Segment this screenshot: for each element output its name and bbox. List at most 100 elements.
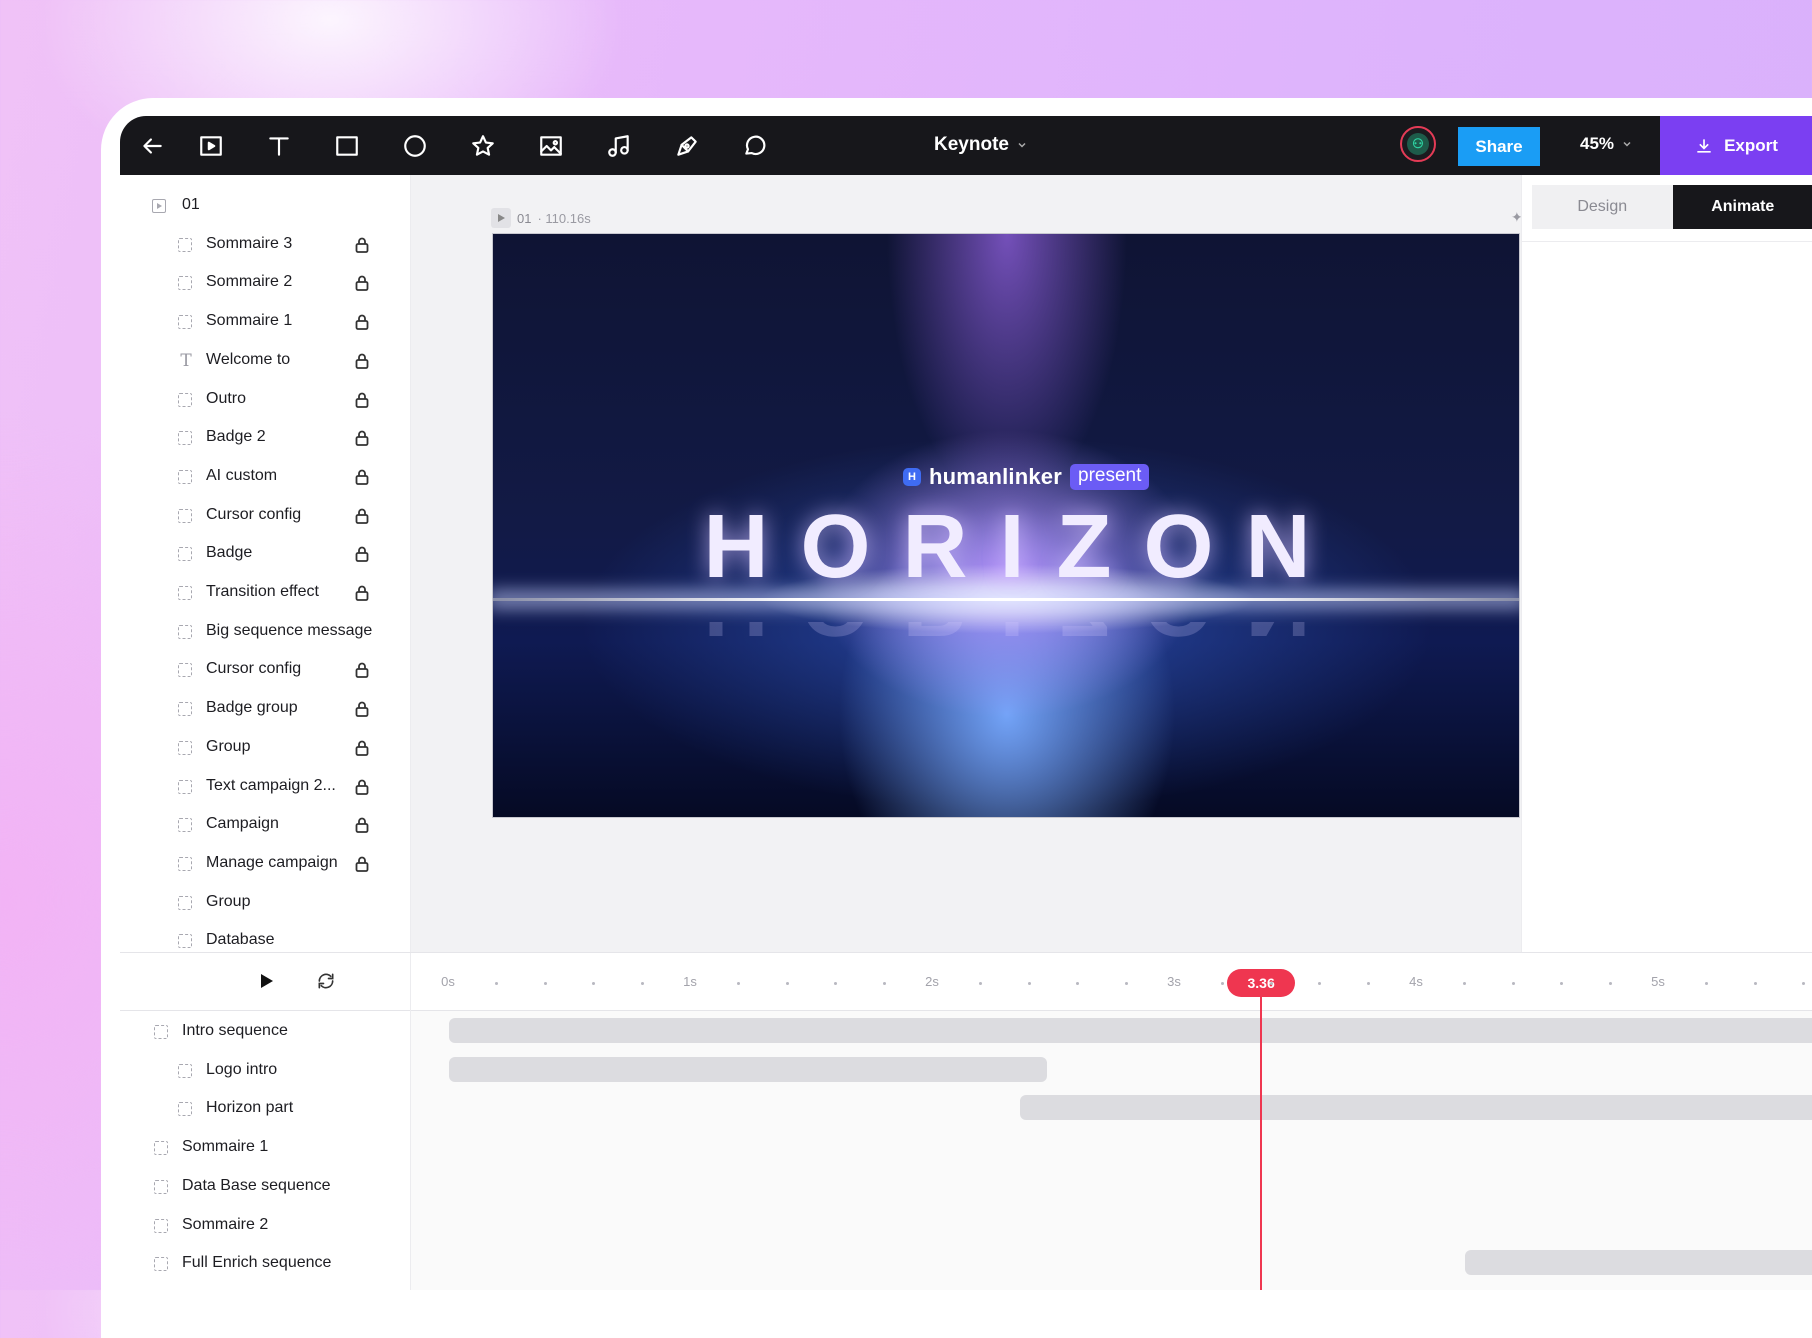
canvas-area[interactable]: 01 · 110.16s ✦ H humanlinker present HOR… (411, 175, 1521, 952)
frame-layer-icon (178, 238, 192, 252)
properties-panel: Design Animate (1521, 175, 1812, 952)
ellipse-tool-icon[interactable] (399, 130, 431, 162)
music-tool-icon[interactable] (603, 130, 635, 162)
timeline-layer-item[interactable]: Data Base sequence (120, 1168, 410, 1206)
layer-item[interactable]: Outro (120, 381, 410, 419)
lock-icon[interactable] (355, 353, 369, 369)
export-label: Export (1724, 136, 1778, 156)
share-button[interactable]: Share (1458, 127, 1540, 166)
pen-tool-icon[interactable] (671, 130, 703, 162)
timeline-clip-bar[interactable] (1465, 1250, 1812, 1275)
user-avatar[interactable]: ⚇ (1400, 126, 1436, 162)
slide-play-button[interactable] (491, 208, 511, 228)
layer-item[interactable]: Sommaire 3 (120, 226, 410, 264)
tab-animate[interactable]: Animate (1673, 185, 1812, 229)
layer-label: Big sequence message (206, 622, 372, 640)
lock-icon[interactable] (355, 585, 369, 601)
time-ruler[interactable]: 3.36 0s1s2s3s4s5s (411, 953, 1812, 1011)
time-tick-dot (1367, 982, 1370, 985)
layer-item[interactable]: AI custom (120, 458, 410, 496)
time-tick-dot (834, 982, 837, 985)
layer-item[interactable]: Manage campaign (120, 845, 410, 883)
layer-item[interactable]: Sommaire 2 (120, 264, 410, 302)
document-title-dropdown[interactable]: Keynote (934, 134, 1027, 156)
play-button[interactable] (256, 971, 276, 991)
lock-icon[interactable] (355, 469, 369, 485)
layer-item[interactable]: Badge (120, 535, 410, 573)
layer-label: Sommaire 1 (206, 312, 292, 330)
rectangle-tool-icon[interactable] (331, 130, 363, 162)
timeline-clip-bar[interactable] (1020, 1095, 1812, 1120)
loop-button[interactable] (316, 971, 336, 991)
layer-item[interactable]: Transition effect (120, 574, 410, 612)
back-arrow-icon[interactable] (136, 130, 168, 162)
lock-icon[interactable] (355, 662, 369, 678)
lock-icon[interactable] (355, 817, 369, 833)
layer-label: Sommaire 3 (206, 235, 292, 253)
slide-preview[interactable]: H humanlinker present HORIZON HORIZON (492, 233, 1520, 818)
avatar-icon: ⚇ (1407, 133, 1429, 155)
layer-item[interactable]: Group (120, 729, 410, 767)
timeline-tracks[interactable] (411, 1011, 1812, 1290)
lock-icon[interactable] (355, 392, 369, 408)
lock-icon[interactable] (355, 701, 369, 717)
layer-item[interactable]: Big sequence message (120, 613, 410, 651)
time-tick-label: 4s (1409, 974, 1423, 989)
layer-label: Sommaire 2 (206, 273, 292, 291)
timeline-clip-bar[interactable] (449, 1057, 1047, 1082)
frame-layer-icon (178, 470, 192, 484)
star-tool-icon[interactable] (467, 130, 499, 162)
timeline-layer-item[interactable]: Sommaire 2 (120, 1207, 410, 1245)
lock-icon[interactable] (355, 275, 369, 291)
lock-icon[interactable] (355, 314, 369, 330)
timeline-layer-item[interactable]: Full Enrich sequence (120, 1245, 410, 1283)
zoom-value: 45% (1580, 134, 1614, 154)
frame-layer-icon (178, 625, 192, 639)
humanlinker-logo-icon: H (903, 468, 921, 486)
layer-item[interactable]: Cursor config (120, 497, 410, 535)
layer-root[interactable]: 01 (120, 187, 410, 225)
layer-item[interactable]: Group (120, 884, 410, 922)
layer-item[interactable]: Text campaign 2... (120, 768, 410, 806)
zoom-dropdown[interactable]: 45% (1580, 134, 1632, 154)
lock-icon[interactable] (355, 237, 369, 253)
frame-play-icon[interactable] (195, 130, 227, 162)
lock-icon[interactable] (355, 508, 369, 524)
timeline-layer-item[interactable]: Horizon part (120, 1090, 410, 1128)
image-tool-icon[interactable] (535, 130, 567, 162)
layer-item[interactable]: Campaign (120, 806, 410, 844)
lock-icon[interactable] (355, 779, 369, 795)
time-tick-dot (1076, 982, 1079, 985)
layer-item[interactable]: Badge group (120, 690, 410, 728)
layer-item[interactable]: Badge 2 (120, 419, 410, 457)
layer-label: AI custom (206, 467, 277, 485)
timeline-layer-item[interactable]: Logo intro (120, 1052, 410, 1090)
layer-item[interactable]: Database (120, 922, 410, 952)
loop-icon (316, 971, 336, 991)
time-tick-dot (1318, 982, 1321, 985)
lock-icon[interactable] (355, 546, 369, 562)
frame-layer-icon (154, 1180, 168, 1194)
time-tick-dot (1512, 982, 1515, 985)
timeline-layer-item[interactable]: Sommaire 1 (120, 1129, 410, 1167)
comment-tool-icon[interactable] (739, 130, 771, 162)
play-icon (256, 971, 276, 991)
frame-layer-icon (154, 1257, 168, 1271)
playhead-handle[interactable]: 3.36 (1227, 969, 1295, 997)
frame-layer-icon (154, 1025, 168, 1039)
layer-item[interactable]: Cursor config (120, 651, 410, 689)
tab-design[interactable]: Design (1532, 185, 1673, 229)
time-tick-label: 1s (683, 974, 697, 989)
layer-label: Text campaign 2... (206, 777, 336, 795)
lock-icon[interactable] (355, 430, 369, 446)
lock-icon[interactable] (355, 856, 369, 872)
layer-item[interactable]: Sommaire 1 (120, 303, 410, 341)
export-button[interactable]: Export (1660, 116, 1812, 175)
timeline-layer-item[interactable]: Intro sequence (120, 1013, 410, 1051)
frame-layer-icon (178, 702, 192, 716)
brand-name: humanlinker (929, 464, 1062, 490)
lock-icon[interactable] (355, 740, 369, 756)
layer-item[interactable]: TWelcome to (120, 342, 410, 380)
timeline-clip-bar[interactable] (449, 1018, 1812, 1043)
text-tool-icon[interactable] (263, 130, 295, 162)
